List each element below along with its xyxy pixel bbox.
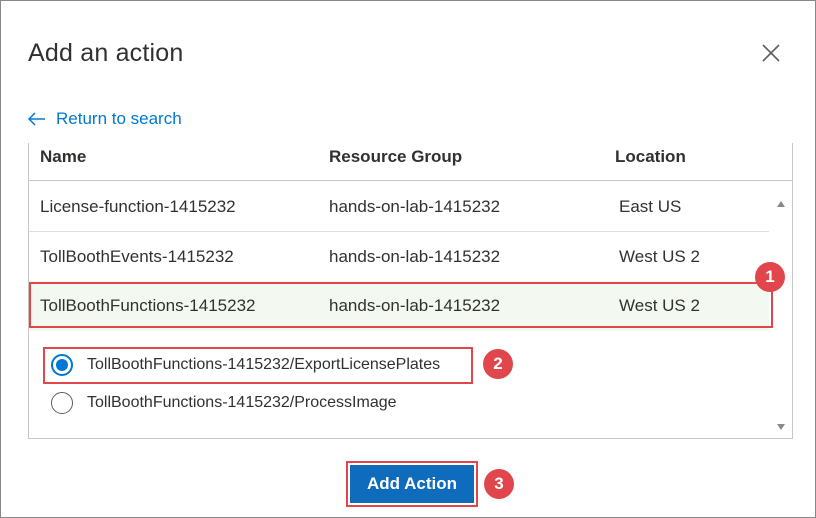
- close-icon[interactable]: [759, 41, 783, 65]
- function-option-label: TollBoothFunctions-1415232/ExportLicense…: [87, 356, 441, 373]
- function-option-label: TollBoothFunctions-1415232/ProcessImage: [87, 394, 397, 411]
- row-location: West US 2: [619, 296, 700, 315]
- row-resource-group: hands-on-lab-1415232: [329, 296, 501, 315]
- return-to-search-label: Return to search: [56, 109, 182, 128]
- row-resource-group: hands-on-lab-1415232: [329, 247, 501, 266]
- row-location: East US: [619, 197, 682, 216]
- callout-badge-1: 1: [755, 262, 785, 292]
- scroll-down-arrow-icon[interactable]: [776, 418, 786, 430]
- function-option-process-image[interactable]: TollBoothFunctions-1415232/ProcessImage: [51, 392, 397, 414]
- radio-button[interactable]: [51, 392, 73, 414]
- callout-badge-3: 3: [484, 469, 514, 499]
- row-name: License-function-1415232: [40, 197, 236, 216]
- dialog-title: Add an action: [28, 39, 184, 67]
- add-action-button[interactable]: Add Action: [350, 465, 474, 503]
- row-resource-group: hands-on-lab-1415232: [329, 197, 501, 216]
- column-header-location[interactable]: Location: [615, 147, 686, 167]
- scroll-up-arrow-icon[interactable]: [776, 195, 786, 207]
- row-location: West US 2: [619, 247, 700, 266]
- radio-button-checked[interactable]: [51, 354, 73, 376]
- radio-dot: [56, 359, 68, 371]
- table-row[interactable]: License-function-1415232 hands-on-lab-14…: [29, 181, 769, 231]
- column-header-name[interactable]: Name: [40, 147, 86, 167]
- row-name: TollBoothEvents-1415232: [40, 247, 234, 266]
- function-option-export-license-plates[interactable]: TollBoothFunctions-1415232/ExportLicense…: [51, 354, 440, 376]
- table-row[interactable]: TollBoothEvents-1415232 hands-on-lab-141…: [29, 232, 769, 282]
- return-to-search-link[interactable]: Return to search: [28, 108, 182, 130]
- arrow-left-icon: [28, 112, 45, 126]
- add-action-dialog: Add an action Return to search Name Reso…: [0, 0, 816, 518]
- table-row-selected[interactable]: TollBoothFunctions-1415232 hands-on-lab-…: [29, 281, 769, 331]
- row-name: TollBoothFunctions-1415232: [40, 296, 256, 315]
- callout-badge-2: 2: [483, 349, 513, 379]
- column-header-resource-group[interactable]: Resource Group: [329, 147, 462, 167]
